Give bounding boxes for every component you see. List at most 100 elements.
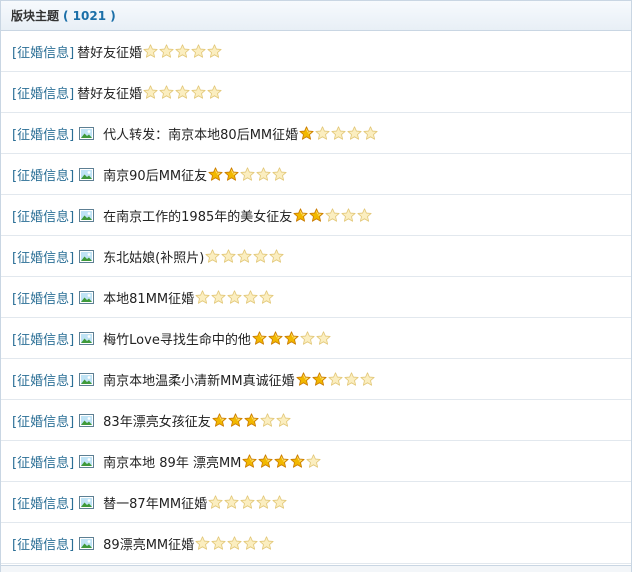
topic-rating: [293, 208, 373, 222]
topic-row: [征婚信息] 本地81MM征婚: [1, 277, 631, 318]
image-icon: [79, 208, 95, 222]
star-filled-icon: [296, 372, 311, 386]
star-empty-icon: [300, 331, 315, 345]
topic-title-link[interactable]: 83年漂亮女孩征友: [103, 411, 211, 430]
star-empty-icon: [221, 249, 236, 263]
star-empty-icon: [191, 44, 206, 58]
topic-title-link[interactable]: 替好友征婚: [77, 83, 142, 102]
star-empty-icon: [256, 167, 271, 181]
image-icon: [79, 126, 95, 140]
star-empty-icon: [143, 44, 158, 58]
topic-row: [征婚信息] 替好友征婚: [1, 72, 631, 113]
topic-category-tag[interactable]: [征婚信息]: [12, 288, 74, 307]
star-empty-icon: [315, 126, 330, 140]
topic-category-tag[interactable]: [征婚信息]: [12, 411, 74, 430]
star-empty-icon: [272, 167, 287, 181]
topic-count: ( 1021 ): [63, 8, 116, 23]
topic-title-link[interactable]: 替一87年MM征婚: [103, 493, 207, 512]
star-empty-icon: [240, 167, 255, 181]
star-empty-icon: [224, 495, 239, 509]
topic-rating: [252, 331, 332, 345]
topic-category-tag[interactable]: [征婚信息]: [12, 165, 74, 184]
star-empty-icon: [191, 85, 206, 99]
star-filled-icon: [309, 208, 324, 222]
topic-category-tag[interactable]: [征婚信息]: [12, 124, 74, 143]
star-empty-icon: [159, 44, 174, 58]
topic-rating: [205, 249, 285, 263]
star-empty-icon: [207, 44, 222, 58]
image-icon: [79, 495, 95, 509]
star-empty-icon: [240, 495, 255, 509]
topic-category-tag[interactable]: [征婚信息]: [12, 83, 74, 102]
topic-category-tag[interactable]: [征婚信息]: [12, 370, 74, 389]
star-filled-icon: [242, 454, 257, 468]
topic-title-link[interactable]: 梅竹Love寻找生命中的他: [103, 329, 251, 348]
topic-rating: [143, 44, 223, 58]
star-filled-icon: [268, 331, 283, 345]
star-filled-icon: [290, 454, 305, 468]
topic-title-link[interactable]: 替好友征婚: [77, 42, 142, 61]
topic-category-tag[interactable]: [征婚信息]: [12, 329, 74, 348]
star-empty-icon: [195, 536, 210, 550]
topic-rating: [208, 495, 288, 509]
topic-row: [征婚信息] 南京本地 89年 漂亮MM: [1, 441, 631, 482]
star-empty-icon: [360, 372, 375, 386]
star-empty-icon: [227, 290, 242, 304]
topic-title-link[interactable]: 代人转发：南京本地80后MM征婚: [103, 124, 298, 143]
star-empty-icon: [347, 126, 362, 140]
image-icon: [79, 167, 95, 181]
star-empty-icon: [205, 249, 220, 263]
topic-rating: [296, 372, 376, 386]
topic-rating: [208, 167, 288, 181]
topic-row: [征婚信息] 南京本地温柔小清新MM真诚征婚: [1, 359, 631, 400]
topic-title-link[interactable]: 南京90后MM征友: [103, 165, 207, 184]
topic-rating: [195, 536, 275, 550]
star-empty-icon: [328, 372, 343, 386]
topic-category-tag[interactable]: [征婚信息]: [12, 206, 74, 225]
star-empty-icon: [325, 208, 340, 222]
topic-row: [征婚信息] 83年漂亮女孩征友: [1, 400, 631, 441]
topic-category-tag[interactable]: [征婚信息]: [12, 534, 74, 553]
topic-title-link[interactable]: 南京本地温柔小清新MM真诚征婚: [103, 370, 294, 389]
image-icon: [79, 372, 95, 386]
topic-title-link[interactable]: 南京本地 89年 漂亮MM: [103, 452, 241, 471]
star-empty-icon: [260, 413, 275, 427]
topic-category-tag[interactable]: [征婚信息]: [12, 493, 74, 512]
star-empty-icon: [259, 536, 274, 550]
image-icon: [79, 536, 95, 550]
star-empty-icon: [207, 85, 222, 99]
star-empty-icon: [243, 290, 258, 304]
topic-rating: [212, 413, 292, 427]
star-empty-icon: [253, 249, 268, 263]
star-filled-icon: [212, 413, 227, 427]
star-filled-icon: [258, 454, 273, 468]
topic-title-link[interactable]: 东北姑娘(补照片): [103, 247, 204, 266]
board-header: 版块主题 ( 1021 ): [1, 0, 631, 31]
star-empty-icon: [237, 249, 252, 263]
star-empty-icon: [331, 126, 346, 140]
star-empty-icon: [276, 413, 291, 427]
star-empty-icon: [269, 249, 284, 263]
topic-title-link[interactable]: 在南京工作的1985年的美女征友: [103, 206, 292, 225]
topic-row: [征婚信息] 替一87年MM征婚: [1, 482, 631, 523]
star-empty-icon: [272, 495, 287, 509]
star-empty-icon: [211, 290, 226, 304]
topic-category-tag[interactable]: [征婚信息]: [12, 42, 74, 61]
topic-title-link[interactable]: 本地81MM征婚: [103, 288, 194, 307]
star-empty-icon: [227, 536, 242, 550]
topic-row: [征婚信息] 代人转发：南京本地80后MM征婚: [1, 113, 631, 154]
topic-rating: [299, 126, 379, 140]
star-empty-icon: [357, 208, 372, 222]
topic-row: [征婚信息] 在南京工作的1985年的美女征友: [1, 195, 631, 236]
star-filled-icon: [293, 208, 308, 222]
star-filled-icon: [224, 167, 239, 181]
topic-row: [征婚信息] 89漂亮MM征婚: [1, 523, 631, 564]
topic-category-tag[interactable]: [征婚信息]: [12, 452, 74, 471]
topic-category-tag[interactable]: [征婚信息]: [12, 247, 74, 266]
star-empty-icon: [341, 208, 356, 222]
star-empty-icon: [211, 536, 226, 550]
star-empty-icon: [306, 454, 321, 468]
topic-title-link[interactable]: 89漂亮MM征婚: [103, 534, 194, 553]
topic-row: [征婚信息] 东北姑娘(补照片): [1, 236, 631, 277]
topic-row: [征婚信息] 南京90后MM征友: [1, 154, 631, 195]
